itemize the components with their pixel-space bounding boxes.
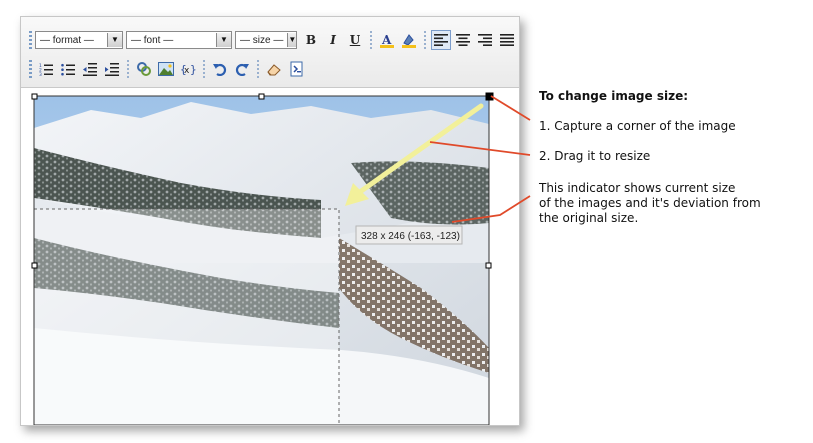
svg-text:}: } <box>190 63 196 76</box>
editor-content-area[interactable]: 328 x 246 (-163, -123) <box>21 88 519 425</box>
note-indicator-line-1: This indicator shows current size <box>539 181 736 195</box>
link-icon[interactable] <box>134 59 154 79</box>
format-select-value: — format — <box>40 34 94 46</box>
size-select[interactable]: — size — ▼ <box>235 31 297 49</box>
size-indicator-text: 328 x 246 (-163, -123) <box>361 231 460 242</box>
resize-handle-top[interactable] <box>258 93 265 100</box>
toolbar-separator <box>257 60 259 78</box>
note-step-2: 2. Drag it to resize <box>539 149 651 163</box>
note-indicator-line-3: the original size. <box>539 211 639 225</box>
toolbar-separator <box>370 31 372 49</box>
font-select-value: — font — <box>131 34 174 46</box>
size-indicator: 328 x 246 (-163, -123) <box>355 225 463 245</box>
editor-window: — format — ▼ — font — ▼ — size — ▼ B I U… <box>20 16 520 426</box>
toolbar-row-2: 123 {x} <box>27 58 307 80</box>
align-center-icon[interactable] <box>453 30 473 50</box>
format-select[interactable]: — format — ▼ <box>35 31 123 49</box>
template-icon[interactable] <box>286 59 306 79</box>
toolbar-grip[interactable] <box>29 60 32 78</box>
highlight-color-icon[interactable] <box>399 30 419 50</box>
size-select-value: — size — <box>240 34 284 46</box>
chevron-down-icon[interactable]: ▼ <box>287 33 297 47</box>
note-indicator-line-2: of the images and it's deviation from <box>539 196 761 210</box>
bulleted-list-icon[interactable] <box>58 59 78 79</box>
html-source-icon[interactable]: {x} <box>178 59 198 79</box>
image-resize-canvas: 328 x 246 (-163, -123) <box>31 92 494 425</box>
toolbar-separator <box>424 31 426 49</box>
toolbar: — format — ▼ — font — ▼ — size — ▼ B I U… <box>21 17 519 88</box>
resize-handle-left[interactable] <box>31 262 38 269</box>
toolbar-separator <box>203 60 205 78</box>
font-select[interactable]: — font — ▼ <box>126 31 232 49</box>
chevron-down-icon[interactable]: ▼ <box>216 33 231 47</box>
align-left-icon[interactable] <box>431 30 451 50</box>
align-right-icon[interactable] <box>475 30 495 50</box>
toolbar-separator <box>127 60 129 78</box>
numbered-list-icon[interactable]: 123 <box>36 59 56 79</box>
toolbar-grip[interactable] <box>29 31 32 49</box>
outdent-icon[interactable] <box>80 59 100 79</box>
resize-handle-right[interactable] <box>485 262 492 269</box>
chevron-down-icon[interactable]: ▼ <box>107 33 122 47</box>
note-step-1: 1. Capture a corner of the image <box>539 119 736 133</box>
align-justify-icon[interactable] <box>497 30 517 50</box>
italic-button[interactable]: I <box>323 30 343 50</box>
svg-text:3: 3 <box>39 72 42 76</box>
resize-handle-top-right[interactable] <box>485 92 494 101</box>
resize-preview <box>33 208 340 425</box>
underline-button[interactable]: U <box>345 30 365 50</box>
indent-icon[interactable] <box>102 59 122 79</box>
notes-heading: To change image size: <box>539 89 689 103</box>
font-color-icon[interactable]: A <box>377 30 397 50</box>
resize-handle-top-left[interactable] <box>31 93 38 100</box>
redo-icon[interactable] <box>232 59 252 79</box>
eraser-icon[interactable] <box>264 59 284 79</box>
undo-icon[interactable] <box>210 59 230 79</box>
svg-text:A: A <box>381 33 392 47</box>
bold-button[interactable]: B <box>301 30 321 50</box>
toolbar-row-1: — format — ▼ — font — ▼ — size — ▼ B I U… <box>27 29 518 51</box>
image-icon[interactable] <box>156 59 176 79</box>
